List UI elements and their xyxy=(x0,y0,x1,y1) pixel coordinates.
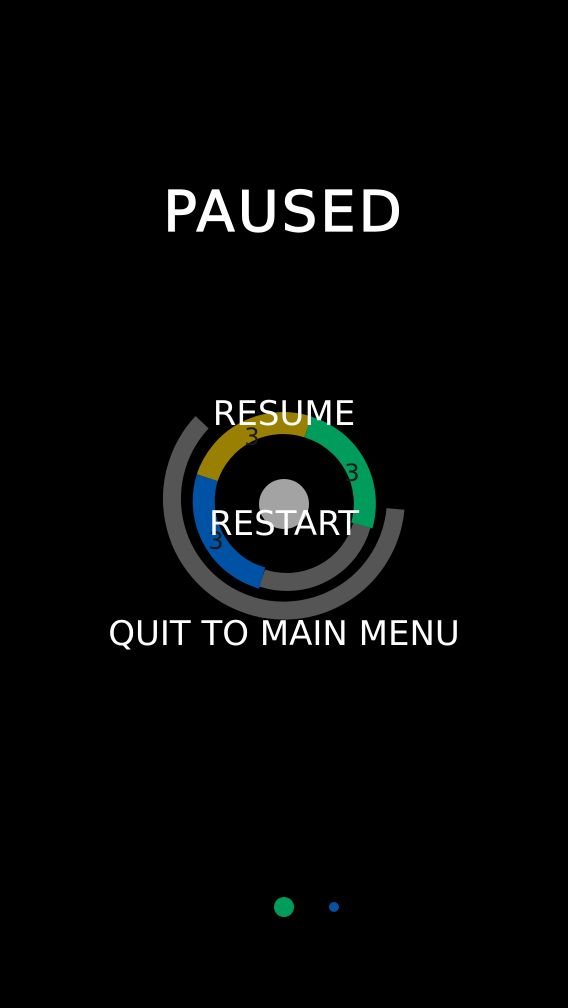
resume-button[interactable]: RESUME xyxy=(60,391,508,437)
green-segment-number: 3 xyxy=(344,459,359,487)
quit-to-main-menu-button[interactable]: QUIT TO MAIN MENU xyxy=(60,611,508,657)
restart-button[interactable]: RESTART xyxy=(60,501,508,547)
game-screen: 3 3 3 PAUSED RESUME RESTART QUIT TO MAIN… xyxy=(0,0,568,1008)
next-piece-indicator-green xyxy=(274,897,294,917)
next-piece-indicator-blue xyxy=(329,902,339,912)
pause-title: PAUSED xyxy=(163,179,405,245)
